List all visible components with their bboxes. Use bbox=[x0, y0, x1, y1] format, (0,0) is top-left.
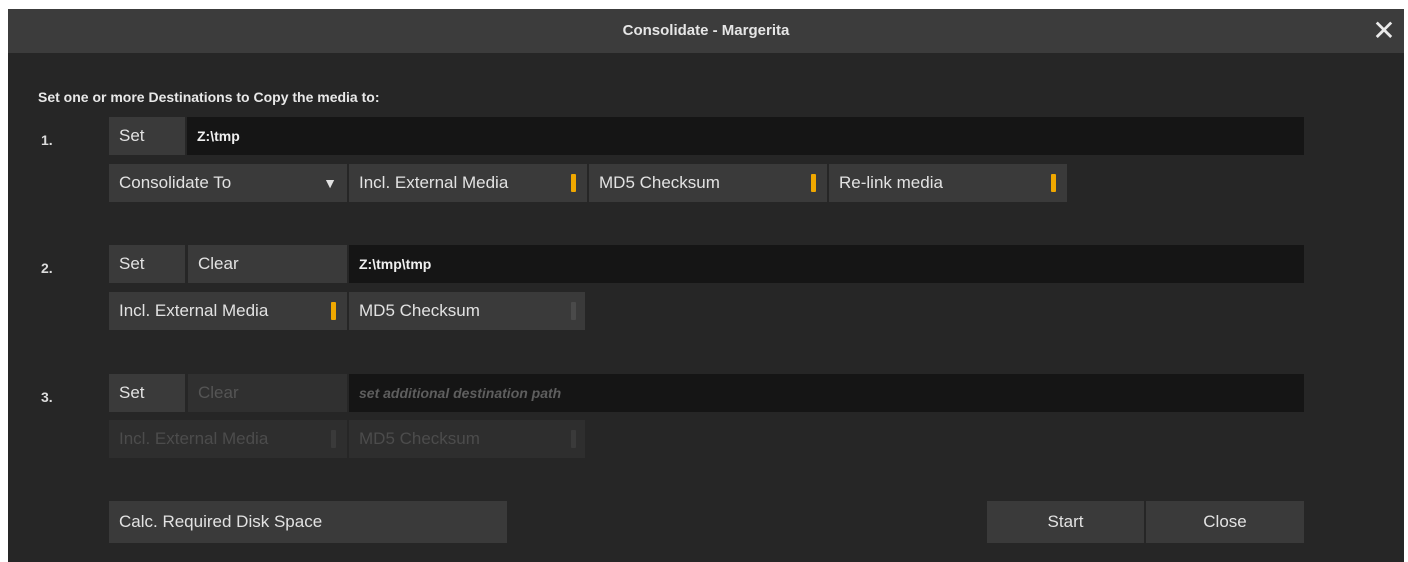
close-icon[interactable]: ✕ bbox=[1370, 17, 1398, 45]
toggle-indicator-off bbox=[571, 430, 576, 448]
toggle-indicator-off bbox=[571, 302, 576, 320]
dialog-title: Consolidate - Margerita bbox=[622, 22, 790, 39]
toggle-label: MD5 Checksum bbox=[359, 301, 480, 320]
calc-disk-space-button[interactable]: Calc. Required Disk Space bbox=[109, 501, 507, 543]
destination-2-incl-external-media-toggle[interactable]: Incl. External Media bbox=[109, 292, 347, 330]
toggle-indicator-off bbox=[331, 430, 336, 448]
destination-1-number: 1. bbox=[41, 132, 53, 148]
destination-2-md5-checksum-toggle[interactable]: MD5 Checksum bbox=[349, 292, 585, 330]
consolidate-dialog: Consolidate - Margerita ✕ Set one or mor… bbox=[8, 9, 1404, 562]
consolidate-mode-dropdown[interactable]: Consolidate To ▼ bbox=[109, 164, 347, 202]
close-button[interactable]: Close bbox=[1146, 501, 1304, 543]
destination-2-clear-button[interactable]: Clear bbox=[188, 245, 347, 283]
dropdown-triangle-icon: ▼ bbox=[323, 175, 337, 191]
destination-3-path-placeholder[interactable]: set additional destination path bbox=[349, 374, 1304, 412]
start-button[interactable]: Start bbox=[987, 501, 1144, 543]
toggle-indicator-on bbox=[571, 174, 576, 192]
destination-2-path: Z:\tmp\tmp bbox=[349, 245, 1304, 283]
toggle-label: Re-link media bbox=[839, 173, 943, 192]
consolidate-mode-label: Consolidate To bbox=[119, 173, 232, 192]
destination-2-number: 2. bbox=[41, 260, 53, 276]
toggle-indicator-on bbox=[811, 174, 816, 192]
destination-1-relink-media-toggle[interactable]: Re-link media bbox=[829, 164, 1067, 202]
destination-3-clear-button[interactable]: Clear bbox=[188, 374, 347, 412]
destination-2-set-button[interactable]: Set bbox=[109, 245, 185, 283]
instructions-heading: Set one or more Destinations to Copy the… bbox=[38, 89, 380, 105]
title-bar: Consolidate - Margerita ✕ bbox=[8, 9, 1404, 53]
toggle-label: Incl. External Media bbox=[119, 301, 269, 320]
toggle-label: Incl. External Media bbox=[119, 429, 269, 448]
toggle-label: MD5 Checksum bbox=[359, 429, 480, 448]
destination-3-incl-external-media-toggle[interactable]: Incl. External Media bbox=[109, 420, 347, 458]
destination-1-path: Z:\tmp bbox=[187, 117, 1304, 155]
destination-3-number: 3. bbox=[41, 389, 53, 405]
toggle-label: Incl. External Media bbox=[359, 173, 509, 192]
destination-3-set-button[interactable]: Set bbox=[109, 374, 185, 412]
destination-1-set-button[interactable]: Set bbox=[109, 117, 185, 155]
toggle-label: MD5 Checksum bbox=[599, 173, 720, 192]
toggle-indicator-on bbox=[331, 302, 336, 320]
destination-3-md5-checksum-toggle[interactable]: MD5 Checksum bbox=[349, 420, 585, 458]
toggle-indicator-on bbox=[1051, 174, 1056, 192]
destination-1-md5-checksum-toggle[interactable]: MD5 Checksum bbox=[589, 164, 827, 202]
destination-1-incl-external-media-toggle[interactable]: Incl. External Media bbox=[349, 164, 587, 202]
